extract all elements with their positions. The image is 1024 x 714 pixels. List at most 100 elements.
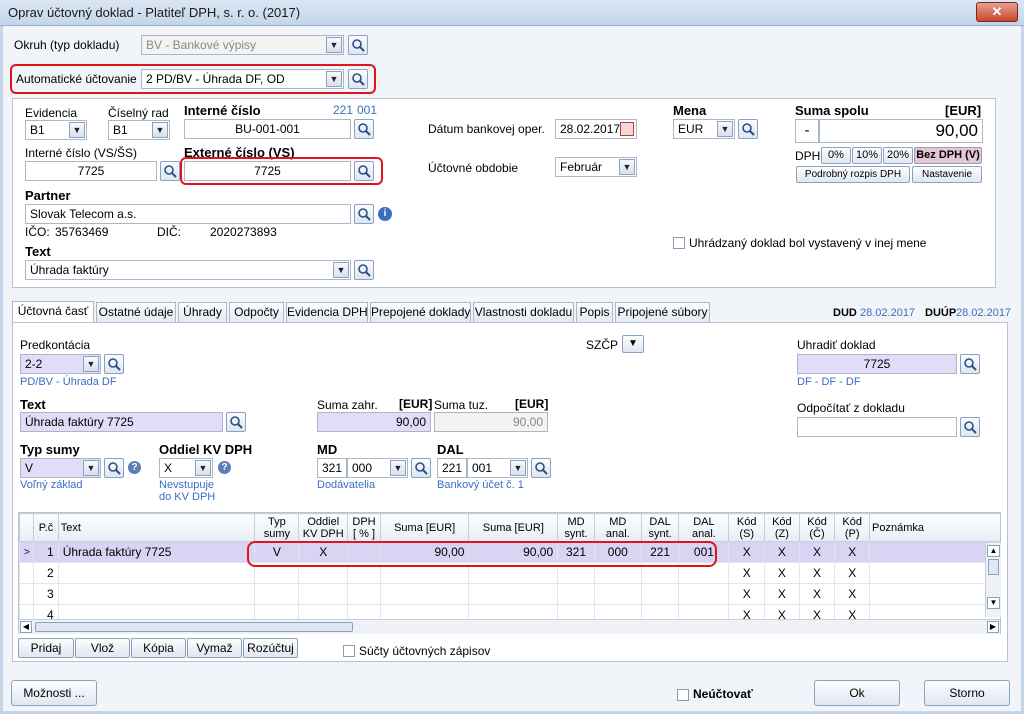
dph-10-button[interactable]: 10% (852, 147, 882, 164)
tab-uctovna-cast[interactable]: Účtovná časť (12, 301, 94, 323)
mena-select[interactable]: EUR ▼ (673, 119, 735, 139)
table-row[interactable]: 3XXXX (19, 583, 1000, 605)
neuctovat-checkbox[interactable] (677, 688, 689, 702)
cell-n[interactable]: 1 (33, 541, 59, 563)
close-button[interactable]: ✕ (976, 2, 1018, 22)
cell-text[interactable]: Úhrada faktúry 7725 (57, 541, 256, 563)
suma-zahr-field[interactable]: 90,00 (317, 412, 431, 432)
cell-z[interactable]: X (764, 541, 800, 563)
odpocitat-search-button[interactable] (960, 417, 980, 437)
interne-vs-field[interactable]: 7725 (25, 161, 157, 181)
chevron-down-icon[interactable]: ▼ (717, 121, 733, 137)
typ-sumy-select[interactable]: V ▼ (20, 458, 101, 478)
obdobie-select[interactable]: Február ▼ (555, 157, 637, 177)
cell-mda[interactable] (593, 583, 642, 605)
cell-z[interactable]: X (764, 562, 800, 584)
auto-uctovanie-select[interactable]: 2 PD/BV - Úhrada DF, OD ▼ (141, 69, 344, 89)
md-search-button[interactable] (411, 458, 431, 478)
uhradit-field[interactable]: 7725 (797, 354, 957, 374)
chevron-down-icon[interactable]: ▼ (152, 122, 168, 138)
datum-field[interactable]: 28.02.2017 (555, 119, 637, 139)
partner-field[interactable]: Slovak Telecom a.s. (25, 204, 351, 224)
grid-header-kod-p[interactable]: Kód (P) (834, 513, 871, 542)
ciselny-rad-select[interactable]: B1 ▼ (108, 120, 170, 140)
cell-z[interactable]: X (764, 583, 800, 605)
chevron-down-icon[interactable]: ▼ (83, 356, 99, 372)
chevron-down-icon[interactable]: ▼ (326, 71, 342, 87)
dal-anal-select[interactable]: 001 ▼ (467, 458, 528, 478)
grid-header-dal-anal[interactable]: DAL anal. (678, 513, 730, 542)
cell-text[interactable] (57, 583, 256, 605)
vloz-button[interactable]: Vlož (75, 638, 130, 658)
grid-header-kod-c[interactable]: Kód (Č) (798, 513, 836, 542)
cell-suma2[interactable] (468, 583, 559, 605)
nastavenie-button[interactable]: Nastavenie (912, 166, 982, 183)
okruh-select[interactable]: BV - Bankové výpisy ▼ (141, 35, 344, 55)
grid-header-suma-2[interactable]: Suma [EUR] (468, 513, 559, 542)
grid-header-oddiel[interactable]: Oddiel KV DPH (298, 513, 349, 542)
grid-header-text[interactable]: Text (57, 513, 256, 542)
help-icon[interactable]: ? (218, 461, 231, 474)
cell-c[interactable]: X (798, 541, 836, 563)
vymaz-button[interactable]: Vymaž (187, 638, 242, 658)
chevron-down-icon[interactable]: ▼ (83, 460, 99, 476)
grid-header-dph[interactable]: DPH [ % ] (347, 513, 381, 542)
cell-p[interactable]: X (834, 583, 871, 605)
rozuctuj-button[interactable]: Rozúčtuj (243, 638, 298, 658)
dal-search-button[interactable] (531, 458, 551, 478)
tab-vlastnosti-dokladu[interactable]: Vlastnosti dokladu (473, 302, 574, 322)
scroll-left-icon[interactable]: ◀ (20, 621, 32, 633)
cell-suma1[interactable] (379, 583, 470, 605)
md-anal-select[interactable]: 000 ▼ (347, 458, 408, 478)
interne-vs-search-button[interactable] (160, 161, 180, 181)
externe-vs-field[interactable]: 7725 (184, 161, 351, 181)
tab-ostatne-udaje[interactable]: Ostatné údaje (96, 302, 176, 322)
cell-c[interactable]: X (798, 562, 836, 584)
chevron-down-icon[interactable]: ▼ (326, 37, 342, 53)
bez-dph-button[interactable]: Bez DPH (V) (914, 147, 982, 164)
tab-prepojene-doklady[interactable]: Prepojené doklady (370, 302, 471, 322)
scroll-up-icon[interactable]: ▲ (987, 545, 1000, 557)
cell-n[interactable]: 3 (33, 583, 59, 605)
text-search-button[interactable] (354, 260, 374, 280)
cell-pozn[interactable] (869, 541, 1000, 563)
cell-text[interactable] (57, 562, 256, 584)
row-indicator[interactable] (19, 562, 35, 584)
row-indicator[interactable]: > (19, 541, 35, 563)
suma-spolu-field[interactable]: 90,00 (819, 119, 983, 143)
cell-c[interactable]: X (798, 583, 836, 605)
szcp-dropdown-button[interactable]: ▼ (622, 335, 644, 353)
grid-header-pc[interactable]: P.č (33, 513, 59, 542)
dph-0-button[interactable]: 0% (821, 147, 851, 164)
ok-button[interactable]: Ok (814, 680, 900, 706)
cell-dph[interactable] (347, 583, 381, 605)
okruh-search-button[interactable] (348, 35, 368, 55)
chevron-down-icon[interactable]: ▼ (510, 460, 526, 476)
uhradzany-checkbox[interactable] (673, 236, 685, 250)
moznosti-button[interactable]: Možnosti ... (11, 680, 97, 706)
cell-p[interactable]: X (834, 562, 871, 584)
chevron-down-icon[interactable]: ▼ (619, 159, 635, 175)
scroll-thumb[interactable] (988, 559, 999, 575)
row-indicator[interactable] (19, 583, 35, 605)
text2-search-button[interactable] (226, 412, 246, 432)
predkontacia-select[interactable]: 2-2 ▼ (20, 354, 101, 374)
cell-s[interactable]: X (728, 562, 766, 584)
scroll-h-thumb[interactable] (35, 622, 353, 632)
grid-horizontal-scrollbar[interactable]: ◀ ▶ (19, 619, 1000, 634)
sucty-checkbox[interactable] (343, 644, 355, 658)
md-synt-field[interactable]: 321 (317, 458, 347, 478)
cell-pozn[interactable] (869, 583, 1000, 605)
tab-evidencia-dph[interactable]: Evidencia DPH (286, 302, 368, 322)
grid-header-kod-s[interactable]: Kód (S) (728, 513, 766, 542)
dph-20-button[interactable]: 20% (883, 147, 913, 164)
cell-n[interactable]: 2 (33, 562, 59, 584)
chevron-down-icon[interactable]: ▼ (390, 460, 406, 476)
cell-oddiel[interactable] (298, 583, 349, 605)
cell-pozn[interactable] (869, 562, 1000, 584)
help-icon[interactable]: ? (128, 461, 141, 474)
pridaj-button[interactable]: Pridaj (18, 638, 74, 658)
grid-header-poznamka[interactable]: Poznámka (869, 513, 1000, 542)
partner-search-button[interactable] (354, 204, 374, 224)
chevron-down-icon[interactable]: ▼ (195, 460, 211, 476)
